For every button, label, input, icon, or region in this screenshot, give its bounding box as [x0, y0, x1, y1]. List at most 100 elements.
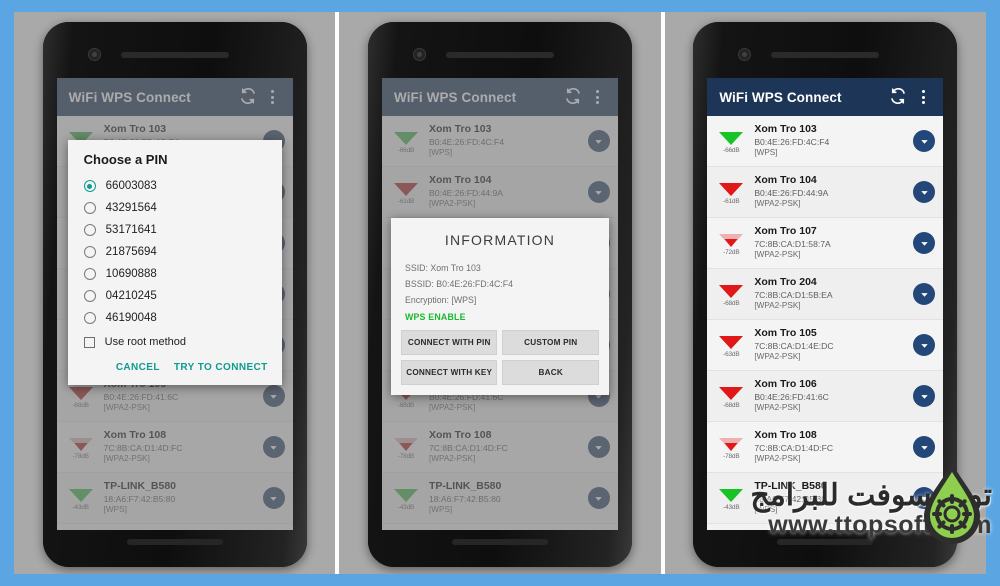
- pin-radio-button[interactable]: [83, 268, 96, 280]
- phone-screen-right: WiFi WPS Connect -66dB Xom Tro 103 B0:4E:2…: [707, 78, 944, 530]
- use-root-method-checkbox[interactable]: [83, 336, 95, 348]
- pin-option-5[interactable]: 04210245: [68, 285, 282, 307]
- table-row[interactable]: -68dB Xom Tro 2047C:8B:CA:D1:5B:EA[WPA2-P…: [707, 269, 944, 320]
- wifi-signal-icon: [719, 488, 744, 502]
- choose-pin-dialog[interactable]: Choose a PIN 66003083 43291564 53171641 218…: [67, 140, 282, 385]
- panel-pin-dialog: WiFi WPS Connect -66dBXom Tro 103B0:4E:2…: [14, 12, 336, 574]
- expand-chevron-icon: [595, 139, 603, 144]
- pin-radio-button[interactable]: [83, 312, 96, 324]
- refresh-icon[interactable]: [564, 87, 584, 107]
- pin-value: 04210245: [105, 290, 157, 302]
- pin-option-4[interactable]: 10690888: [68, 263, 282, 285]
- screenshot-stage: WiFi WPS Connect -66dBXom Tro 103B0:4E:2…: [0, 0, 1000, 586]
- expand-network-button[interactable]: [913, 232, 936, 254]
- front-camera-icon: [88, 49, 100, 60]
- table-row[interactable]: -63dB Xom Tro 1057C:8B:CA:D1:4E:DC[WPA2-P…: [707, 320, 944, 371]
- pin-option-1[interactable]: 43291564: [68, 197, 282, 219]
- try-to-connect-button[interactable]: TRY TO CONNECT: [174, 362, 268, 373]
- table-row[interactable]: -78dB Xom Tro 108 7C:8B:CA:D1:4D:FC [WPA2-P…: [56, 422, 293, 473]
- expand-network-button[interactable]: [913, 283, 936, 305]
- pin-options-list[interactable]: 66003083 43291564 53171641 21875694 10690888…: [68, 175, 282, 329]
- network-ssid: Xom Tro 104: [428, 175, 492, 187]
- encryption-line: Encryption: [WPS]: [404, 295, 477, 305]
- information-dialog[interactable]: INFORMATION SSID: Xom Tro 103 BSSID: B0:…: [390, 218, 609, 395]
- table-row[interactable]: -78dB Xom Tro 108 7C:8B:CA:D1:4D:FC [WPA2-P…: [707, 422, 944, 473]
- signal-strength-value: -61dB: [397, 197, 415, 205]
- table-row[interactable]: -78dB Xom Tro 108 7C:8B:CA:D1:4D:FC [WPA2-P…: [381, 422, 618, 473]
- signal-strength-value: -61dB: [723, 197, 740, 205]
- connect-with-pin-button[interactable]: CONNECT WITH PIN: [400, 330, 498, 355]
- expand-network-button[interactable]: [262, 385, 285, 407]
- pin-option-0[interactable]: 66003083: [68, 175, 282, 197]
- expand-network-button[interactable]: [913, 334, 936, 356]
- use-root-method-checkbox-row[interactable]: Use root method: [68, 329, 282, 352]
- refresh-icon[interactable]: [889, 87, 909, 107]
- cancel-button[interactable]: CANCEL: [116, 362, 160, 373]
- signal-indicator: -72dB: [711, 231, 751, 256]
- pin-radio-button[interactable]: [83, 202, 96, 214]
- expand-network-button[interactable]: [262, 436, 285, 458]
- signal-indicator: -68dB: [61, 384, 101, 409]
- network-info: Xom Tro 108 7C:8B:CA:D1:4D:FC [WPA2-PSK]: [426, 430, 588, 463]
- wifi-network-list-right[interactable]: -66dB Xom Tro 103 B0:4E:26:FD:4C:F4 [WPS] -6…: [707, 116, 944, 524]
- pin-radio-button[interactable]: [83, 224, 96, 236]
- table-row[interactable]: -66dB Xom Tro 103B0:4E:26:FD:4C:F4[WPS]: [707, 116, 944, 167]
- overflow-menu-icon[interactable]: [588, 87, 608, 107]
- connect-with-key-button[interactable]: CONNECT WITH KEY: [400, 360, 498, 385]
- custom-pin-button[interactable]: CUSTOM PIN: [502, 330, 599, 355]
- pin-radio-button[interactable]: [83, 290, 96, 302]
- expand-network-button[interactable]: [913, 436, 936, 458]
- expand-chevron-icon: [595, 190, 603, 195]
- refresh-icon[interactable]: [239, 87, 259, 107]
- expand-chevron-icon: [270, 445, 277, 450]
- wifi-signal-icon: [393, 182, 418, 196]
- network-bssid: 18:A6:F7:42:B5:80: [754, 494, 826, 504]
- network-encryption: [WPS]: [103, 504, 127, 514]
- signal-indicator: -43dB: [386, 486, 426, 511]
- pin-radio-button[interactable]: [83, 246, 96, 258]
- pin-option-3[interactable]: 21875694: [68, 241, 282, 263]
- network-ssid: Xom Tro 108: [103, 430, 167, 442]
- expand-network-button[interactable]: [587, 487, 610, 509]
- expand-network-button[interactable]: [913, 487, 936, 509]
- signal-indicator: -61dB: [386, 180, 426, 205]
- phone-device-right: WiFi WPS Connect -66dB Xom Tro 103 B0:4E:2…: [693, 22, 958, 567]
- pin-option-2[interactable]: 53171641: [68, 219, 282, 241]
- wps-status-badge: WPS ENABLE: [404, 312, 466, 322]
- expand-network-button[interactable]: [913, 385, 936, 407]
- expand-network-button[interactable]: [913, 130, 936, 152]
- expand-network-button[interactable]: [262, 487, 285, 509]
- expand-network-button[interactable]: [587, 436, 610, 458]
- table-row[interactable]: -66dB Xom Tro 103B0:4E:26:FD:4C:F4[WPS]: [381, 116, 618, 167]
- network-bssid: 7C:8B:CA:D1:4D:FC: [428, 443, 508, 453]
- pin-value: 46190048: [105, 312, 157, 324]
- expand-network-button[interactable]: [587, 130, 610, 152]
- signal-strength-value: -43dB: [723, 503, 740, 511]
- expand-network-button[interactable]: [913, 181, 936, 203]
- table-row[interactable]: -43dB TP-LINK_B580 18:A6:F7:42:B5:80 [WPS]: [381, 473, 618, 524]
- network-encryption: [WPA2-PSK]: [103, 453, 150, 463]
- phone-device-left: WiFi WPS Connect -66dBXom Tro 103B0:4E:2…: [42, 22, 307, 567]
- table-row[interactable]: -72dB Xom Tro 1077C:8B:CA:D1:58:7A[WPA2-P…: [707, 218, 944, 269]
- use-root-method-label: Use root method: [104, 336, 186, 348]
- network-encryption: [WPA2-PSK]: [754, 402, 801, 412]
- signal-indicator: -43dB: [711, 486, 751, 511]
- table-row[interactable]: -61dB Xom Tro 104B0:4E:26:FD:44:9A[WPA2-P…: [381, 167, 618, 218]
- pin-radio-button[interactable]: [83, 180, 96, 192]
- signal-strength-value: -78dB: [723, 452, 740, 460]
- network-bssid: B0:4E:26:FD:41:6C: [754, 392, 829, 402]
- overflow-menu-icon[interactable]: [913, 87, 933, 107]
- wifi-signal-icon: [719, 335, 744, 349]
- table-row[interactable]: -61dB Xom Tro 104B0:4E:26:FD:44:9A[WPA2-P…: [707, 167, 944, 218]
- table-row[interactable]: -68dB Xom Tro 106B0:4E:26:FD:41:6C[WPA2-P…: [707, 371, 944, 422]
- expand-network-button[interactable]: [587, 181, 610, 203]
- table-row[interactable]: -43dB TP-LINK_B580 18:A6:F7:42:B5:80 [WPS]: [707, 473, 944, 524]
- app-title: WiFi WPS Connect: [68, 89, 191, 105]
- back-button[interactable]: BACK: [502, 360, 599, 385]
- pin-value: 43291564: [105, 202, 157, 214]
- table-row[interactable]: -43dB TP-LINK_B580 18:A6:F7:42:B5:80 [WPS]: [56, 473, 293, 524]
- signal-indicator: -61dB: [711, 180, 751, 205]
- overflow-menu-icon[interactable]: [263, 87, 283, 107]
- pin-option-6[interactable]: 46190048: [68, 307, 282, 329]
- signal-indicator: -68dB: [711, 384, 751, 409]
